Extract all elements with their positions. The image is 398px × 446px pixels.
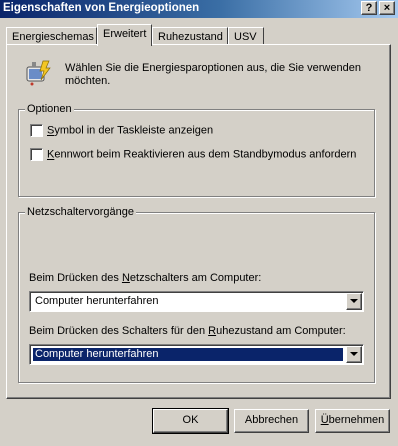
tab-usv[interactable]: USV	[228, 27, 264, 45]
sleep-button-dropdown-button[interactable]	[346, 346, 362, 363]
close-button[interactable]: ×	[379, 1, 395, 15]
apply-accel: Ü	[320, 414, 329, 426]
password-label: Kennwort beim Reaktivieren aus dem Stand…	[47, 148, 357, 161]
chevron-down-icon	[350, 299, 358, 303]
close-icon: ×	[383, 2, 391, 14]
sleep-button-label: Beim Drücken des Schalters für den Ruhez…	[29, 325, 346, 337]
power-options-icon	[24, 58, 52, 86]
password-option[interactable]: Kennwort beim Reaktivieren aus dem Stand…	[30, 148, 356, 162]
tab-ruhezustand[interactable]: Ruhezustand	[152, 27, 228, 45]
help-button[interactable]: ?	[361, 1, 377, 15]
chevron-down-icon	[350, 352, 358, 356]
tab-label: USV	[234, 31, 257, 43]
power-button-dropdown-button[interactable]	[346, 293, 362, 310]
taskbar-icon-label: Symbol in der Taskleiste anzeigen	[47, 124, 214, 137]
tab-label: Ruhezustand	[158, 31, 223, 43]
power-button-label: Beim Drücken des Netzschalters am Comput…	[29, 272, 262, 284]
options-group: Optionen Symbol in der Taskleiste anzeig…	[18, 103, 375, 197]
tab-label: Energieschemas	[12, 31, 94, 43]
tab-panel-erweitert: Wählen Sie die Energiesparoptionen aus, …	[6, 44, 391, 399]
sleep-button-action-select[interactable]: Computer herunterfahren	[29, 344, 364, 365]
sleep-button-action-value: Computer herunterfahren	[33, 348, 343, 361]
window-title: Eigenschaften von Energieoptionen	[3, 2, 200, 14]
ok-button[interactable]: OK	[152, 408, 229, 434]
intro-text: Wählen Sie die Energiesparoptionen aus, …	[65, 62, 365, 88]
taskbar-icon-checkbox[interactable]	[30, 124, 43, 137]
power-button-action-value: Computer herunterfahren	[35, 295, 159, 307]
intro-line-2: möchten.	[65, 75, 111, 87]
tab-erweitert[interactable]: Erweitert	[97, 24, 152, 46]
help-icon: ?	[365, 2, 373, 14]
cancel-button[interactable]: Abbrechen	[234, 409, 309, 433]
tab-energieschemas[interactable]: Energieschemas	[6, 27, 97, 45]
window-titlebar[interactable]: Eigenschaften von Energieoptionen ? ×	[0, 0, 398, 18]
tab-label: Erweitert	[103, 28, 147, 40]
password-checkbox[interactable]	[30, 148, 43, 161]
power-buttons-group: Netzschaltervorgänge Beim Drücken des Ne…	[18, 206, 375, 383]
intro-line-1: Wählen Sie die Energiesparoptionen aus, …	[65, 62, 361, 74]
apply-button[interactable]: Übernehmen	[315, 409, 390, 433]
taskbar-icon-option[interactable]: Symbol in der Taskleiste anzeigen	[30, 124, 213, 138]
options-group-label: Optionen	[25, 103, 74, 115]
apply-label: bernehmen	[328, 414, 385, 426]
power-buttons-group-label: Netzschaltervorgänge	[25, 206, 137, 218]
power-button-action-select[interactable]: Computer herunterfahren	[29, 291, 364, 312]
